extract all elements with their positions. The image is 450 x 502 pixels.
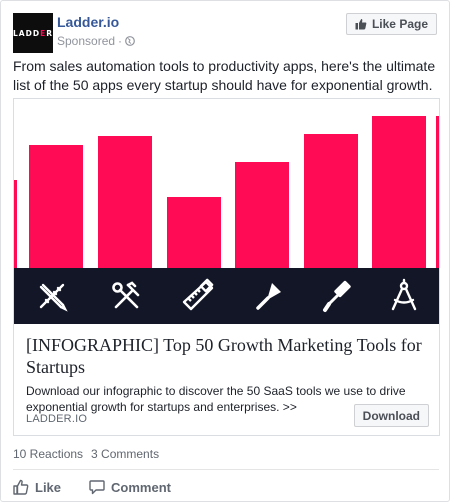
sponsored-label[interactable]: Sponsored <box>57 34 115 48</box>
graphic-bar <box>372 116 426 268</box>
reactions-count[interactable]: 10 Reactions <box>13 447 83 461</box>
comments-count[interactable]: 3 Comments <box>91 447 159 461</box>
attachment-title[interactable]: [INFOGRAPHIC] Top 50 Growth Marketing To… <box>26 334 427 378</box>
divider <box>13 469 439 470</box>
page-avatar[interactable]: LADDER <box>13 13 53 53</box>
graphic-bar <box>436 116 439 268</box>
engagement-summary: 10 Reactions 3 Comments <box>13 447 159 461</box>
comment-button[interactable]: Comment <box>89 479 171 495</box>
like-page-button[interactable]: Like Page <box>345 13 437 35</box>
action-bar: Like Comment <box>13 479 171 495</box>
attachment-image[interactable] <box>14 99 439 324</box>
saw-icon <box>182 278 214 311</box>
thumbs-up-icon <box>13 479 29 495</box>
separator-dot: · <box>118 34 123 48</box>
thumbs-up-icon <box>355 19 367 30</box>
hammer-wrench-icon <box>112 281 140 309</box>
post-header: LADDER Ladder.io Sponsored · Like Page <box>13 13 439 53</box>
graphic-bar <box>304 134 358 268</box>
comment-icon <box>89 480 105 495</box>
comment-label: Comment <box>111 479 171 495</box>
tools-strip <box>14 268 439 324</box>
globe-icon[interactable] <box>125 36 135 46</box>
attachment-domain: LADDER.IO <box>26 413 88 425</box>
graphic-bar <box>29 145 83 268</box>
link-attachment[interactable]: [INFOGRAPHIC] Top 50 Growth Marketing To… <box>13 98 440 436</box>
download-button[interactable]: Download <box>353 404 429 427</box>
trowel-icon <box>256 283 281 310</box>
graphic-bar <box>14 180 17 268</box>
like-page-label: Like Page <box>371 17 428 31</box>
like-label: Like <box>35 479 62 495</box>
graphic-bar <box>98 136 152 268</box>
sponsored-line: Sponsored · <box>57 34 135 48</box>
graphic-bar <box>167 197 221 268</box>
page-name-link[interactable]: Ladder.io <box>57 14 119 30</box>
like-button[interactable]: Like <box>13 479 61 495</box>
sponsored-post-card: LADDER Ladder.io Sponsored · Like Page F… <box>0 0 450 502</box>
post-message: From sales automation tools to productiv… <box>13 58 436 93</box>
attachment-details[interactable]: [INFOGRAPHIC] Top 50 Growth Marketing To… <box>14 324 439 435</box>
pencil-ruler-icon <box>39 283 68 312</box>
logo-wordmark: LADDER <box>13 28 53 38</box>
compass-icon <box>391 278 417 311</box>
bar-graphic <box>14 99 439 268</box>
graphic-bar <box>235 162 289 268</box>
paint-roller-icon <box>323 280 351 312</box>
